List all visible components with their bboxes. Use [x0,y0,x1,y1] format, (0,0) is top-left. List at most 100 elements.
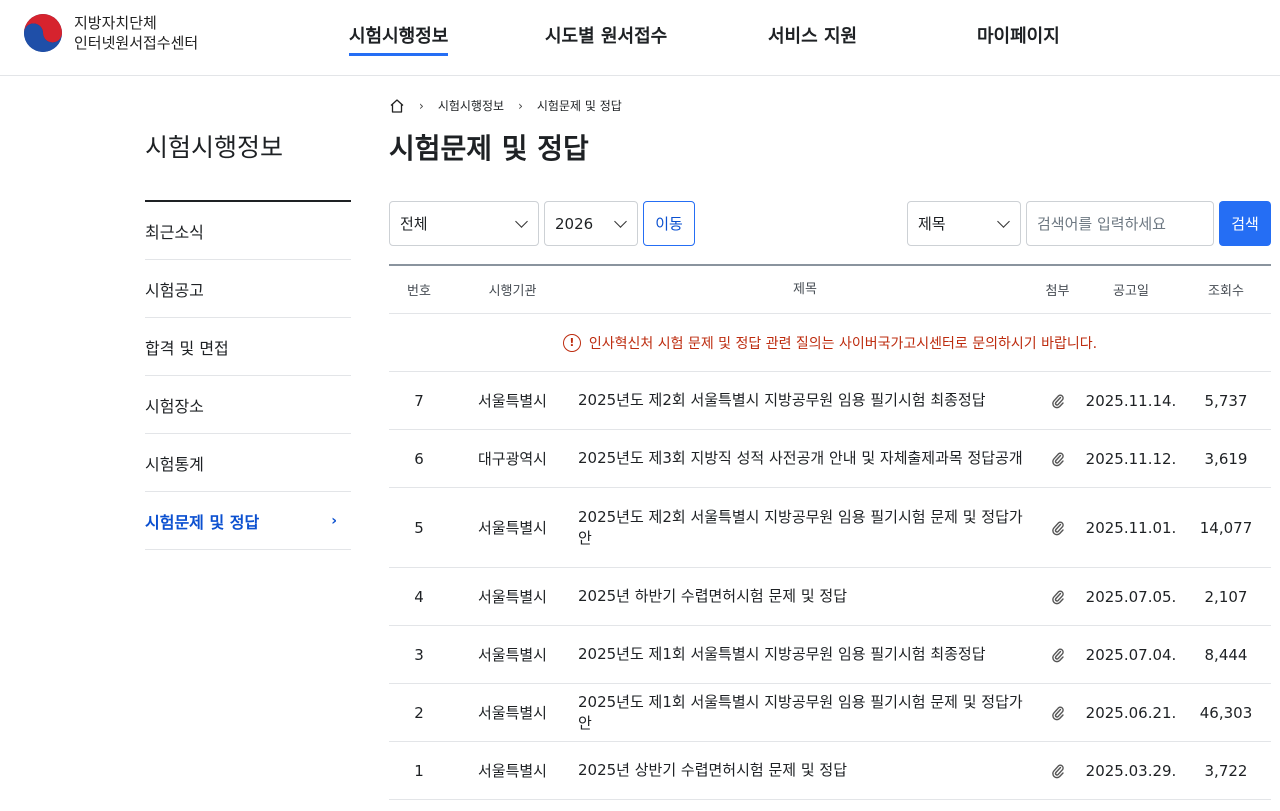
row-title-link[interactable]: 2025년 하반기 수렵면허시험 문제 및 정답 [576,586,1034,607]
logo-line1: 지방자치단체 [74,14,157,32]
breadcrumb-separator: › [419,98,424,113]
row-org: 서울특별시 [477,392,547,410]
breadcrumb-separator: › [518,98,523,113]
table-row[interactable]: 3 서울특별시 2025년도 제1회 서울특별시 지방공무원 임용 필기시험 최종정… [389,626,1271,684]
table-row[interactable]: 1 서울특별시 2025년 상반기 수렵면허시험 문제 및 정답 2025.03.29… [389,742,1271,800]
taegeuk-logo-icon [24,14,62,52]
chevron-down-icon [614,215,627,228]
region-select[interactable]: 전체 [389,201,539,246]
attachment-icon[interactable] [1034,705,1081,721]
year-select-value: 2026 [555,214,594,233]
row-no: 2 [414,703,424,722]
breadcrumb-current: 시험문제 및 정답 [536,99,622,113]
row-title-link[interactable]: 2025년도 제1회 서울특별시 지방공무원 임용 필기시험 문제 및 정답가안 [576,692,1034,734]
nav-exam-info[interactable]: 시험시행정보 [349,22,449,56]
site-logo[interactable]: 지방자치단체 인터넷원서접수센터 [22,12,198,54]
search-field-value: 제목 [918,215,946,233]
row-views: 5,737 [1204,391,1248,410]
row-title-link[interactable]: 2025년도 제2회 서울특별시 지방공무원 임용 필기시험 최종정답 [576,390,1034,411]
row-no: 4 [414,587,424,606]
row-title-link[interactable]: 2025년도 제1회 서울특별시 지방공무원 임용 필기시험 최종정답 [576,644,1034,665]
row-date: 2025.03.29. [1085,761,1177,780]
sidebar-item-recent-news[interactable]: 최근소식 [145,202,351,260]
row-views: 8,444 [1204,645,1248,664]
nav-mypage[interactable]: 마이페이지 [977,22,1060,48]
attachment-icon[interactable] [1034,589,1081,605]
table-body: 7 서울특별시 2025년도 제2회 서울특별시 지방공무원 임용 필기시험 최종정… [389,372,1271,800]
sidebar-item-pass-interview[interactable]: 합격 및 면접 [145,318,351,376]
nav-service-support[interactable]: 서비스 지원 [768,22,857,48]
search-input[interactable] [1026,201,1214,246]
breadcrumb: › 시험시행정보 › 시험문제 및 정답 [389,97,622,114]
attachment-icon[interactable] [1034,451,1081,467]
row-title-link[interactable]: 2025년도 제2회 서울특별시 지방공무원 임용 필기시험 문제 및 정답가안 [576,507,1034,549]
row-date: 2025.07.04. [1085,645,1177,664]
table-row[interactable]: 4 서울특별시 2025년 하반기 수렵면허시험 문제 및 정답 2025.07.05… [389,568,1271,626]
sidebar-item-label: 시험공고 [145,280,204,300]
row-no: 3 [414,645,424,664]
region-select-value: 전체 [400,215,428,233]
sidebar-item-exam-location[interactable]: 시험장소 [145,376,351,434]
chevron-right-icon: › [331,512,337,529]
chevron-down-icon [515,215,528,228]
row-title-link[interactable]: 2025년 상반기 수렵면허시험 문제 및 정답 [576,760,1034,781]
sidebar-item-exam-notice[interactable]: 시험공고 [145,260,351,318]
row-views: 46,303 [1199,703,1253,722]
sidebar-item-label: 최근소식 [145,222,204,242]
notice-text: 인사혁신처 시험 문제 및 정답 관련 질의는 사이버국가고시센터로 문의하시기… [588,335,1098,352]
sidebar-item-label: 시험장소 [145,396,204,416]
header-org: 시행기관 [488,284,537,299]
row-org: 서울특별시 [477,519,547,537]
sidebar-item-questions-answers[interactable]: 시험문제 및 정답 › [145,492,351,550]
row-no: 6 [414,449,424,468]
attachment-icon[interactable] [1034,647,1081,663]
sidebar-item-label: 합격 및 면접 [145,338,229,358]
move-button[interactable]: 이동 [643,201,695,246]
attachment-icon[interactable] [1034,763,1081,779]
header-attach: 첨부 [1045,284,1070,299]
chevron-down-icon [997,215,1010,228]
results-table: 번호 시행기관 제목 첨부 공고일 조회수 ! 인사혁신처 시험 문제 및 정답… [389,264,1271,800]
search-field-select[interactable]: 제목 [907,201,1021,246]
logo-line2: 인터넷원서접수센터 [74,34,199,52]
notice-row: ! 인사혁신처 시험 문제 및 정답 관련 질의는 사이버국가고시센터로 문의하… [389,314,1271,372]
header-no: 번호 [407,284,431,299]
sidebar-item-exam-stats[interactable]: 시험통계 [145,434,351,492]
row-org: 대구광역시 [477,450,547,468]
header-title: 제목 [793,282,817,297]
sidebar-title: 시험시행정보 [145,133,284,162]
sidebar-item-label: 시험통계 [145,454,204,474]
row-no: 5 [414,518,424,537]
home-icon[interactable] [389,98,405,114]
attachment-icon[interactable] [1034,393,1081,409]
row-date: 2025.11.12. [1085,449,1177,468]
row-date: 2025.06.21. [1085,703,1177,722]
table-row[interactable]: 2 서울특별시 2025년도 제1회 서울특별시 지방공무원 임용 필기시험 문제 … [389,684,1271,742]
table-header: 번호 시행기관 제목 첨부 공고일 조회수 [389,266,1271,314]
table-row[interactable]: 6 대구광역시 2025년도 제3회 지방직 성적 사전공개 안내 및 자체출제과목… [389,430,1271,488]
row-no: 7 [414,391,424,410]
sidebar-menu: 최근소식 시험공고 합격 및 면접 시험장소 시험통계 시험문제 및 정답 › [145,200,351,550]
search-button[interactable]: 검색 [1219,201,1271,246]
row-views: 3,722 [1204,761,1248,780]
row-org: 서울특별시 [477,588,547,606]
table-row[interactable]: 7 서울특별시 2025년도 제2회 서울특별시 지방공무원 임용 필기시험 최종정… [389,372,1271,430]
header-date: 공고일 [1113,284,1149,299]
row-views: 3,619 [1204,449,1248,468]
row-title-link[interactable]: 2025년도 제3회 지방직 성적 사전공개 안내 및 자체출제과목 정답공개 [576,448,1034,469]
year-select[interactable]: 2026 [544,201,638,246]
table-row[interactable]: 5 서울특별시 2025년도 제2회 서울특별시 지방공무원 임용 필기시험 문제 … [389,488,1271,568]
row-org: 서울특별시 [477,704,547,722]
breadcrumb-exam-info[interactable]: 시험시행정보 [438,97,504,114]
page-title: 시험문제 및 정답 [389,132,589,165]
site-header: 지방자치단체 인터넷원서접수센터 시험시행정보 시도별 원서접수 서비스 지원 … [0,0,1280,76]
nav-regional-application[interactable]: 시도별 원서접수 [545,22,667,48]
row-date: 2025.11.01. [1085,518,1177,537]
row-no: 1 [414,761,424,780]
row-date: 2025.11.14. [1085,391,1177,410]
row-views: 2,107 [1204,587,1248,606]
attachment-icon[interactable] [1034,520,1081,536]
header-views: 조회수 [1208,284,1244,299]
warning-icon: ! [562,333,581,352]
row-org: 서울특별시 [477,762,547,780]
